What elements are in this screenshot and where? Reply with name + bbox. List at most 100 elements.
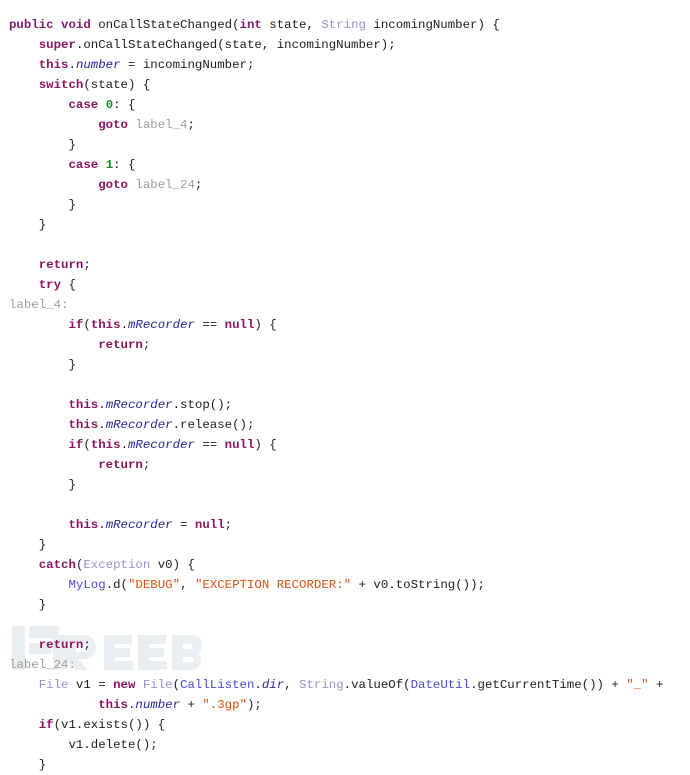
code-token: v1 = (68, 678, 114, 693)
code-token: . (98, 418, 106, 433)
code-token: v1.delete(); (9, 738, 158, 753)
code-token: String (321, 18, 366, 33)
code-token: .release(); (172, 418, 255, 433)
code-token: . (98, 398, 106, 413)
code-token: "EXCEPTION RECORDER:" (194, 578, 352, 593)
code-line: MyLog.d("DEBUG", "EXCEPTION RECORDER:" +… (9, 575, 690, 595)
code-token: ; (187, 118, 195, 133)
code-token: case (68, 98, 99, 113)
code-token: 0 (105, 98, 114, 113)
code-token: . (254, 678, 262, 693)
code-token: } (9, 138, 76, 153)
code-token: ; (83, 638, 91, 653)
code-token: goto (98, 118, 128, 133)
code-line: return; (9, 455, 690, 475)
code-token: = (172, 518, 195, 533)
code-token: } (9, 598, 47, 613)
code-token: } (9, 538, 47, 553)
code-token: onCallStateChanged( (90, 18, 240, 33)
code-token: ; (83, 258, 91, 273)
code-token: switch (38, 78, 84, 93)
code-token: (state) { (83, 78, 151, 93)
code-line: if(v1.exists()) { (9, 715, 690, 735)
code-token: mRecorder (128, 438, 195, 453)
code-line: } (9, 355, 690, 375)
code-token: return (98, 338, 143, 353)
code-token: ; (194, 178, 203, 193)
code-token: . (98, 518, 106, 533)
code-token: : { (113, 158, 136, 173)
code-line: goto label_24; (9, 175, 690, 195)
code-token: null (224, 318, 255, 333)
code-token: ( (172, 678, 181, 693)
code-line: } (9, 535, 690, 555)
code-token: this (68, 518, 99, 533)
code-token: .d( (105, 578, 128, 593)
code-token: mRecorder (105, 518, 173, 533)
code-line: return; (9, 255, 690, 275)
code-line: catch(Exception v0) { (9, 555, 690, 575)
code-line: } (9, 135, 690, 155)
code-line: goto label_4; (9, 115, 690, 135)
code-line: return; (9, 335, 690, 355)
code-listing: public void onCallStateChanged(int state… (0, 12, 690, 772)
code-token: .valueOf( (343, 678, 411, 693)
code-line: } (9, 215, 690, 235)
code-line: label_4: (9, 295, 690, 315)
code-token: ; (142, 458, 151, 473)
code-token: this (68, 418, 99, 433)
code-token: : { (113, 98, 136, 113)
code-token: int (239, 18, 262, 33)
code-token: { (61, 278, 76, 293)
code-token: if (38, 718, 54, 733)
code-token: = incomingNumber; (120, 58, 255, 73)
code-token: 1 (105, 158, 114, 173)
code-token: mRecorder (128, 318, 195, 333)
code-token: (v1.exists()) { (53, 718, 166, 733)
code-line: File v1 = new File(CallListen.dir, Strin… (9, 675, 690, 695)
code-line: this.number = incomingNumber; (9, 55, 690, 75)
code-token: , (180, 578, 195, 593)
code-token: return (38, 258, 84, 273)
code-line: this.mRecorder.release(); (9, 415, 690, 435)
code-token: .getCurrentTime()) + (470, 678, 627, 693)
code-token: number (75, 58, 121, 73)
code-token: label_4: (9, 298, 69, 313)
code-line: label_24: (9, 655, 690, 675)
code-token: ) { (254, 438, 277, 453)
code-token: label_4 (135, 118, 188, 133)
code-token: ; (142, 338, 151, 353)
code-token: == (194, 438, 225, 453)
code-token: super (38, 38, 76, 53)
code-token: ( (83, 318, 91, 333)
code-line: } (9, 475, 690, 495)
code-token: . (120, 438, 128, 453)
code-token: , (284, 678, 300, 693)
code-token: return (38, 638, 84, 653)
code-token: File (142, 678, 173, 693)
code-line: switch(state) { (9, 75, 690, 95)
code-token: MyLog (68, 578, 106, 593)
code-token: label_24: (9, 658, 76, 673)
code-token: goto (98, 178, 128, 193)
